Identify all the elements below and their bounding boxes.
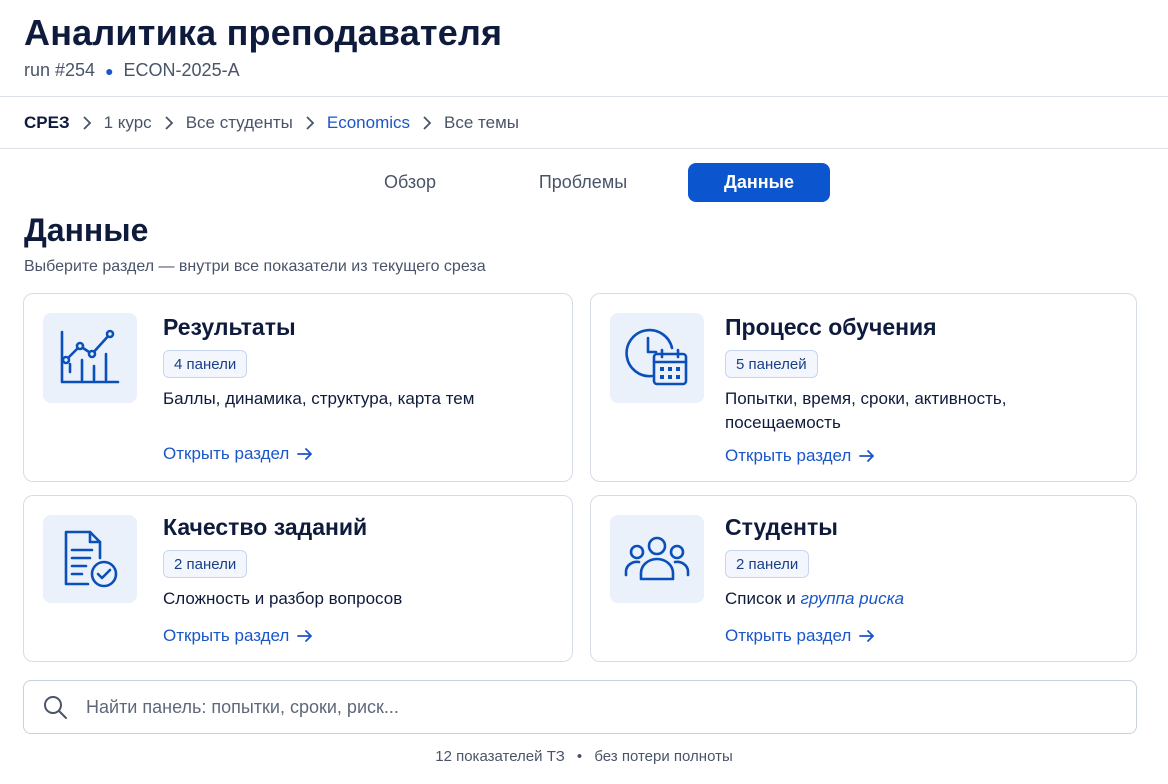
search-input[interactable] bbox=[86, 696, 986, 718]
separator-dot: ● bbox=[105, 62, 114, 79]
card-description: Попытки, время, сроки, активность, посещ… bbox=[725, 387, 1006, 435]
footer-metrics: 12 показателей ТЗ bbox=[435, 748, 565, 765]
tab-data[interactable]: Данные bbox=[688, 163, 830, 202]
section-subtitle: Выберите раздел — внутри все показатели … bbox=[24, 258, 486, 275]
card-description-line2: посещаемость bbox=[725, 413, 841, 432]
breadcrumb: СРЕЗ 1 курс Все студенты Economics Все т… bbox=[0, 97, 1168, 149]
open-section-label: Открыть раздел bbox=[725, 626, 852, 645]
open-section-link[interactable]: Открыть раздел bbox=[725, 446, 875, 466]
page-header: Аналитика преподавателя run #254 ● ECON-… bbox=[0, 0, 1168, 97]
breadcrumb-item-topics[interactable]: Все темы bbox=[444, 113, 519, 133]
risk-group-link[interactable]: группа риска bbox=[801, 589, 905, 608]
panel-count-badge: 5 панелей bbox=[725, 350, 818, 378]
open-section-label: Открыть раздел bbox=[163, 444, 290, 463]
clock-calendar-icon bbox=[610, 313, 704, 403]
card-students[interactable]: Студенты 2 панели Список и группа риска … bbox=[590, 495, 1137, 662]
run-id: run #254 bbox=[24, 60, 96, 80]
footer-note: 12 показателей ТЗ • без потери полноты bbox=[0, 748, 1168, 765]
open-section-link[interactable]: Открыть раздел bbox=[163, 626, 313, 646]
users-icon bbox=[610, 515, 704, 603]
card-title: Студенты bbox=[725, 514, 838, 540]
breadcrumb-root: СРЕЗ bbox=[24, 112, 70, 132]
panel-count-badge: 4 панели bbox=[163, 350, 248, 378]
card-results[interactable]: Результаты 4 панели Баллы, динамика, стр… bbox=[23, 293, 573, 482]
open-section-link[interactable]: Открыть раздел bbox=[163, 444, 313, 464]
footer-completeness: без потери полноты bbox=[594, 748, 733, 765]
breadcrumb-item-subject[interactable]: Economics bbox=[327, 113, 410, 133]
card-title: Результаты bbox=[163, 314, 296, 340]
breadcrumb-item-students[interactable]: Все студенты bbox=[186, 113, 293, 133]
card-learning-process[interactable]: Процесс обучения 5 панелей Попытки, врем… bbox=[590, 293, 1137, 482]
tab-bar: Обзор Проблемы Данные bbox=[0, 163, 1168, 203]
open-section-label: Открыть раздел bbox=[725, 446, 852, 465]
open-section-label: Открыть раздел bbox=[163, 626, 290, 645]
chart-icon bbox=[43, 313, 137, 403]
card-description-text: Список и bbox=[725, 589, 796, 608]
run-info: run #254 ● ECON-2025-A bbox=[24, 60, 240, 81]
footer-separator: • bbox=[576, 748, 583, 765]
card-title: Процесс обучения bbox=[725, 314, 937, 340]
card-task-quality[interactable]: Качество заданий 2 панели Сложность и ра… bbox=[23, 495, 573, 662]
section-title: Данные bbox=[24, 212, 149, 248]
tab-problems[interactable]: Проблемы bbox=[512, 163, 654, 202]
search-icon bbox=[42, 694, 68, 720]
panel-search[interactable] bbox=[23, 680, 1137, 734]
chevron-right-icon bbox=[82, 115, 92, 130]
card-description: Баллы, динамика, структура, карта тем bbox=[163, 389, 475, 408]
breadcrumb-item-course[interactable]: 1 курс bbox=[104, 113, 152, 133]
card-description: Список и группа риска bbox=[725, 587, 904, 611]
tab-overview[interactable]: Обзор bbox=[339, 163, 481, 202]
card-description-line1: Попытки, время, сроки, активность, bbox=[725, 389, 1007, 408]
panel-count-badge: 2 панели bbox=[163, 550, 248, 578]
card-title: Качество заданий bbox=[163, 514, 368, 540]
arrow-right-icon bbox=[297, 448, 313, 460]
card-description: Сложность и разбор вопросов bbox=[163, 589, 403, 608]
chevron-right-icon bbox=[422, 115, 432, 130]
open-section-link[interactable]: Открыть раздел bbox=[725, 626, 875, 646]
document-check-icon bbox=[43, 515, 137, 603]
chevron-right-icon bbox=[164, 115, 174, 130]
arrow-right-icon bbox=[297, 630, 313, 642]
group-id: ECON-2025-A bbox=[123, 60, 240, 80]
chevron-right-icon bbox=[305, 115, 315, 130]
arrow-right-icon bbox=[859, 450, 875, 462]
arrow-right-icon bbox=[859, 630, 875, 642]
panel-count-badge: 2 панели bbox=[725, 550, 810, 578]
page-title: Аналитика преподавателя bbox=[24, 12, 503, 53]
